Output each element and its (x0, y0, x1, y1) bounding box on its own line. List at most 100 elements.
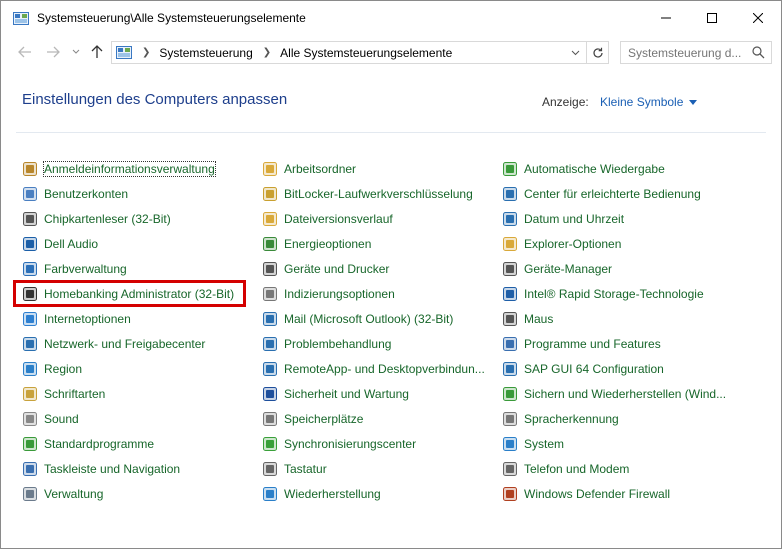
control-panel-item[interactable]: Center für erleichterte Bedienung (502, 181, 726, 206)
control-panel-item[interactable]: Problembehandlung (262, 331, 485, 356)
control-panel-item[interactable]: Sicherheit und Wartung (262, 381, 485, 406)
control-panel-item-label: BitLocker-Laufwerkverschlüsselung (284, 186, 473, 201)
control-panel-item-label: Schriftarten (44, 386, 106, 401)
work-folders-icon (263, 161, 277, 176)
fonts-icon (23, 386, 37, 401)
control-panel-item-label: Taskleiste und Navigation (44, 461, 181, 476)
intel-rst-icon (503, 286, 517, 301)
control-panel-item[interactable]: Indizierungsoptionen (262, 281, 485, 306)
control-panel-item-label: Maus (524, 311, 554, 326)
search-box[interactable] (620, 41, 772, 64)
forward-button[interactable] (42, 41, 64, 63)
control-panel-item[interactable]: Telefon und Modem (502, 456, 726, 481)
control-panel-item[interactable]: Energieoptionen (262, 231, 485, 256)
recent-locations-button[interactable] (65, 41, 87, 63)
arrow-left-icon (18, 46, 31, 58)
maximize-icon (707, 13, 717, 23)
control-panel-item-label: Dateiversionsverlauf (284, 211, 393, 226)
control-panel-item-label: System (524, 436, 565, 451)
control-panel-item-label: Geräte und Drucker (284, 261, 390, 276)
keyboard-icon (263, 461, 277, 476)
search-icon (752, 46, 765, 59)
minimize-button[interactable] (643, 1, 689, 35)
control-panel-item[interactable]: SAP GUI 64 Configuration (502, 356, 726, 381)
control-panel-item[interactable]: Standardprogramme (22, 431, 234, 456)
control-panel-item-label: Programme und Features (524, 336, 661, 351)
items-column-1: Anmeldeinformationsverwaltung Benutzerkon… (22, 156, 234, 506)
control-panel-item-label: Chipkartenleser (32-Bit) (44, 211, 171, 226)
administration-icon (23, 486, 37, 501)
control-panel-item[interactable]: Sound (22, 406, 234, 431)
control-panel-item[interactable]: Benutzerkonten (22, 181, 234, 206)
up-button[interactable] (86, 41, 108, 63)
control-panel-item[interactable]: Mail (Microsoft Outlook) (32-Bit) (262, 306, 485, 331)
control-panel-item[interactable]: BitLocker-Laufwerkverschlüsselung (262, 181, 485, 206)
control-panel-item[interactable]: Intel® Rapid Storage-Technologie (502, 281, 726, 306)
address-bar[interactable]: ❯ Systemsteuerung ❯ Alle Systemsteuerung… (111, 41, 609, 64)
control-panel-item[interactable]: Synchronisierungscenter (262, 431, 485, 456)
control-panel-item[interactable]: Internetoptionen (22, 306, 234, 331)
control-panel-item-label: Synchronisierungscenter (284, 436, 417, 451)
window-controls (643, 1, 781, 35)
control-panel-item[interactable]: Wiederherstellung (262, 481, 485, 506)
back-button[interactable] (14, 41, 36, 63)
control-panel-item[interactable]: Schriftarten (22, 381, 234, 406)
breadcrumb-all-items[interactable]: Alle Systemsteuerungselemente (280, 46, 452, 60)
control-panel-item[interactable]: Sichern und Wiederherstellen (Wind... (502, 381, 726, 406)
control-panel-item[interactable]: Automatische Wiedergabe (502, 156, 726, 181)
control-panel-item[interactable]: Anmeldeinformationsverwaltung (22, 156, 234, 181)
mouse-icon (503, 311, 517, 326)
devices-printers-icon (263, 261, 277, 276)
control-panel-item[interactable]: System (502, 431, 726, 456)
dell-audio-icon (23, 236, 37, 251)
arrow-up-icon (91, 45, 103, 58)
maximize-button[interactable] (689, 1, 735, 35)
credential-manager-icon (23, 161, 37, 176)
breadcrumb-control-panel[interactable]: Systemsteuerung (159, 46, 252, 60)
control-panel-item[interactable]: Dell Audio (22, 231, 234, 256)
close-button[interactable] (735, 1, 781, 35)
control-panel-item[interactable]: Taskleiste und Navigation (22, 456, 234, 481)
address-bar-actions (564, 42, 608, 63)
region-icon (23, 361, 37, 376)
address-history-button[interactable] (564, 42, 586, 63)
internet-options-icon (23, 311, 37, 326)
speech-recognition-icon (503, 411, 517, 426)
storage-spaces-icon (263, 411, 277, 426)
control-panel-item[interactable]: Chipkartenleser (32-Bit) (22, 206, 234, 231)
control-panel-item[interactable]: Geräte-Manager (502, 256, 726, 281)
control-panel-item[interactable]: Geräte und Drucker (262, 256, 485, 281)
control-panel-item[interactable]: Speicherplätze (262, 406, 485, 431)
control-panel-item[interactable]: Netzwerk- und Freigabecenter (22, 331, 234, 356)
control-panel-icon (116, 46, 132, 59)
control-panel-item[interactable]: Region (22, 356, 234, 381)
control-panel-item-label: Farbverwaltung (44, 261, 127, 276)
refresh-button[interactable] (586, 42, 608, 63)
control-panel-item-label: Netzwerk- und Freigabecenter (44, 336, 206, 351)
control-panel-item[interactable]: Verwaltung (22, 481, 234, 506)
title-bar: Systemsteuerung\Alle Systemsteuerungsele… (1, 1, 781, 35)
control-panel-item[interactable]: Maus (502, 306, 726, 331)
control-panel-item-label: Region (44, 361, 83, 376)
system-icon (503, 436, 517, 451)
control-panel-item[interactable]: Datum und Uhrzeit (502, 206, 726, 231)
control-panel-item-label: Problembehandlung (284, 336, 392, 351)
control-panel-item[interactable]: Dateiversionsverlauf (262, 206, 485, 231)
recovery-icon (263, 486, 277, 501)
explorer-options-icon (503, 236, 517, 251)
bitlocker-icon (263, 186, 277, 201)
view-selector[interactable]: Kleine Symbole (600, 95, 698, 109)
control-panel-item-label: Telefon und Modem (524, 461, 630, 476)
remoteapp-icon (263, 361, 277, 376)
control-panel-item[interactable]: Programme und Features (502, 331, 726, 356)
mail-icon (263, 311, 277, 326)
control-panel-item-label: Anmeldeinformationsverwaltung (43, 160, 216, 177)
control-panel-item[interactable]: Explorer-Optionen (502, 231, 726, 256)
control-panel-item[interactable]: Tastatur (262, 456, 485, 481)
control-panel-item[interactable]: RemoteApp- und Desktopverbindun... (262, 356, 485, 381)
search-input[interactable] (628, 45, 748, 60)
control-panel-item[interactable]: Windows Defender Firewall (502, 481, 726, 506)
control-panel-item[interactable]: Arbeitsordner (262, 156, 485, 181)
control-panel-item[interactable]: Spracherkennung (502, 406, 726, 431)
control-panel-item[interactable]: Farbverwaltung (22, 256, 234, 281)
